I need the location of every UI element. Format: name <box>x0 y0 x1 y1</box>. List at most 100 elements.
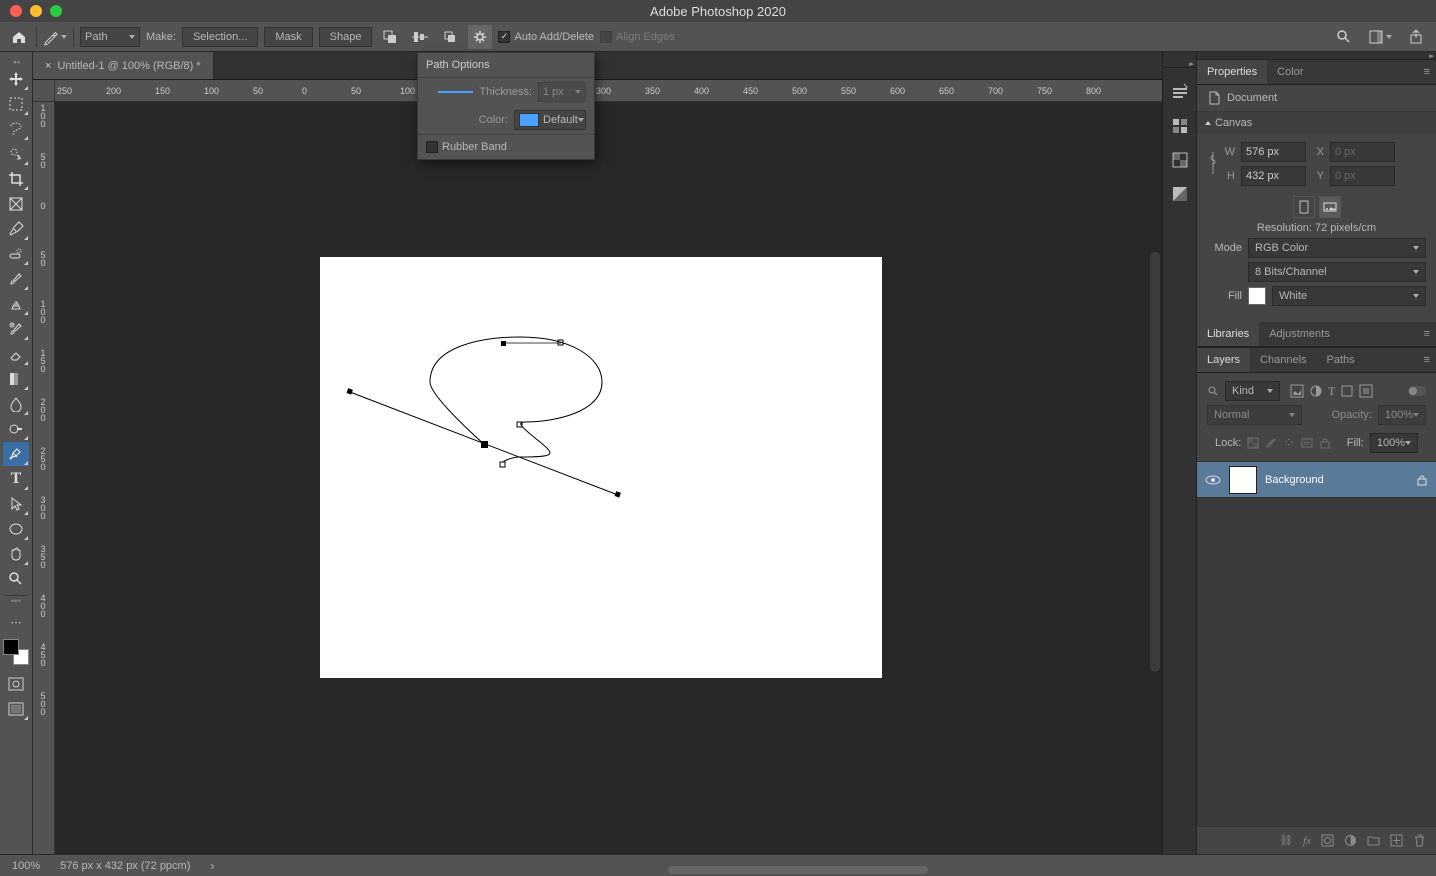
tab-color[interactable]: Color <box>1267 60 1313 84</box>
screen-mode-icon[interactable] <box>3 697 29 721</box>
vertical-scrollbar[interactable] <box>1150 252 1160 672</box>
layer-style-icon[interactable]: fx <box>1303 835 1311 847</box>
layer-group-icon[interactable] <box>1367 834 1380 847</box>
healing-brush-tool[interactable] <box>3 242 29 266</box>
history-panel-icon[interactable] <box>1170 82 1190 102</box>
color-swatches[interactable] <box>3 639 29 665</box>
status-chevron-icon[interactable]: › <box>210 859 214 873</box>
filter-adjustment-icon[interactable] <box>1309 384 1323 398</box>
path-arrangement-icon[interactable] <box>438 25 462 49</box>
status-dimensions[interactable]: 576 px x 432 px (72 ppcm) <box>60 860 190 872</box>
canvas-section-header[interactable]: Canvas <box>1197 112 1436 134</box>
ruler-origin[interactable] <box>33 80 55 102</box>
move-tool[interactable] <box>3 67 29 91</box>
type-tool[interactable]: T <box>3 467 29 491</box>
tab-layers[interactable]: Layers <box>1197 348 1250 372</box>
filter-type-icon[interactable]: T <box>1328 384 1335 399</box>
delete-layer-icon[interactable] <box>1413 834 1426 847</box>
document-tab[interactable]: × Untitled-1 @ 100% (RGB/8) * <box>33 52 214 79</box>
canvas-y-input[interactable] <box>1330 166 1395 186</box>
shape-tool[interactable] <box>3 517 29 541</box>
bit-depth-dropdown[interactable]: 8 Bits/Channel <box>1248 262 1426 282</box>
tab-close-icon[interactable]: × <box>45 60 51 72</box>
share-icon[interactable] <box>1404 25 1428 49</box>
gradient-tool[interactable] <box>3 367 29 391</box>
horizontal-ruler[interactable]: 2502001501005005010015020025030035040045… <box>55 80 1162 102</box>
tab-adjustments[interactable]: Adjustments <box>1259 322 1340 346</box>
home-button[interactable] <box>8 26 30 48</box>
path-options-gear-icon[interactable] <box>468 25 492 49</box>
edit-toolbar-icon[interactable]: ⋯ <box>3 610 29 634</box>
path-selection-tool[interactable] <box>3 492 29 516</box>
lasso-tool[interactable] <box>3 117 29 141</box>
canvas-height-input[interactable] <box>1241 166 1306 186</box>
fill-swatch[interactable] <box>1248 287 1266 305</box>
new-layer-icon[interactable] <box>1390 834 1403 847</box>
color-mode-dropdown[interactable]: RGB Color <box>1248 238 1426 258</box>
path-alignment-icon[interactable] <box>408 25 432 49</box>
tab-libraries[interactable]: Libraries <box>1197 322 1259 346</box>
pen-tool[interactable] <box>3 442 29 466</box>
lock-all-icon[interactable] <box>1319 437 1331 449</box>
status-zoom[interactable]: 100% <box>12 860 40 872</box>
layer-visibility-icon[interactable] <box>1205 474 1221 486</box>
layer-row[interactable]: Background <box>1197 462 1436 498</box>
canvas-x-input[interactable] <box>1330 142 1395 162</box>
zoom-tool[interactable] <box>3 567 29 591</box>
blur-tool[interactable] <box>3 392 29 416</box>
pen-tool-preset-icon[interactable] <box>43 26 67 48</box>
rubber-band-checkbox[interactable]: Rubber Band <box>426 141 586 153</box>
crop-tool[interactable] <box>3 167 29 191</box>
canvas[interactable] <box>320 257 882 678</box>
blend-mode-dropdown[interactable]: Normal <box>1207 405 1302 425</box>
lock-artboard-icon[interactable] <box>1301 437 1313 449</box>
auto-add-delete-checkbox[interactable]: Auto Add/Delete <box>498 31 594 43</box>
hand-tool[interactable] <box>3 542 29 566</box>
canvas-width-input[interactable] <box>1241 142 1306 162</box>
maximize-window-icon[interactable] <box>50 5 62 17</box>
minimize-window-icon[interactable] <box>30 5 42 17</box>
canvas-viewport[interactable] <box>55 102 1162 854</box>
thickness-dropdown[interactable]: 1 px <box>538 82 586 102</box>
workspace-switcher-icon[interactable] <box>1368 25 1392 49</box>
brush-tool[interactable] <box>3 267 29 291</box>
search-icon[interactable] <box>1332 25 1356 49</box>
foreground-color[interactable] <box>3 639 19 655</box>
gradients-panel-icon[interactable] <box>1170 184 1190 204</box>
patterns-panel-icon[interactable] <box>1170 150 1190 170</box>
lock-image-icon[interactable] <box>1265 437 1277 449</box>
tab-channels[interactable]: Channels <box>1250 348 1316 372</box>
lock-transparent-icon[interactable] <box>1247 437 1259 449</box>
layer-filter-dropdown[interactable]: Kind <box>1225 381 1280 401</box>
quick-selection-tool[interactable] <box>3 142 29 166</box>
orientation-landscape-button[interactable] <box>1319 196 1341 218</box>
tab-properties[interactable]: Properties <box>1197 60 1267 84</box>
fill-dropdown[interactable]: White <box>1272 286 1426 306</box>
frame-tool[interactable] <box>3 192 29 216</box>
quick-mask-icon[interactable] <box>3 672 29 696</box>
eyedropper-tool[interactable] <box>3 217 29 241</box>
history-brush-tool[interactable] <box>3 317 29 341</box>
make-mask-button[interactable]: Mask <box>264 27 312 47</box>
clone-stamp-tool[interactable] <box>3 292 29 316</box>
adjustment-layer-icon[interactable] <box>1344 834 1357 847</box>
vertical-ruler[interactable]: 1 0 05 005 01 0 01 5 02 0 02 5 03 0 03 5… <box>33 80 55 854</box>
panel-menu-icon[interactable]: ≡ <box>1418 322 1436 346</box>
eraser-tool[interactable] <box>3 342 29 366</box>
make-shape-button[interactable]: Shape <box>319 27 373 47</box>
make-selection-button[interactable]: Selection... <box>182 27 258 47</box>
orientation-portrait-button[interactable] <box>1293 196 1315 218</box>
path-operations-icon[interactable] <box>378 25 402 49</box>
tab-paths[interactable]: Paths <box>1317 348 1365 372</box>
swatches-panel-icon[interactable] <box>1170 116 1190 136</box>
opacity-input[interactable]: 100% <box>1378 405 1426 425</box>
layer-mask-icon[interactable] <box>1321 834 1334 847</box>
panel-menu-icon[interactable]: ≡ <box>1418 60 1436 84</box>
filter-shape-icon[interactable] <box>1340 384 1354 398</box>
dodge-tool[interactable] <box>3 417 29 441</box>
filter-smart-icon[interactable] <box>1359 384 1373 398</box>
tool-mode-dropdown[interactable]: Path <box>80 27 140 47</box>
layer-fill-input[interactable]: 100% <box>1370 433 1418 453</box>
link-dimensions-icon[interactable] <box>1207 150 1219 178</box>
close-window-icon[interactable] <box>10 5 22 17</box>
